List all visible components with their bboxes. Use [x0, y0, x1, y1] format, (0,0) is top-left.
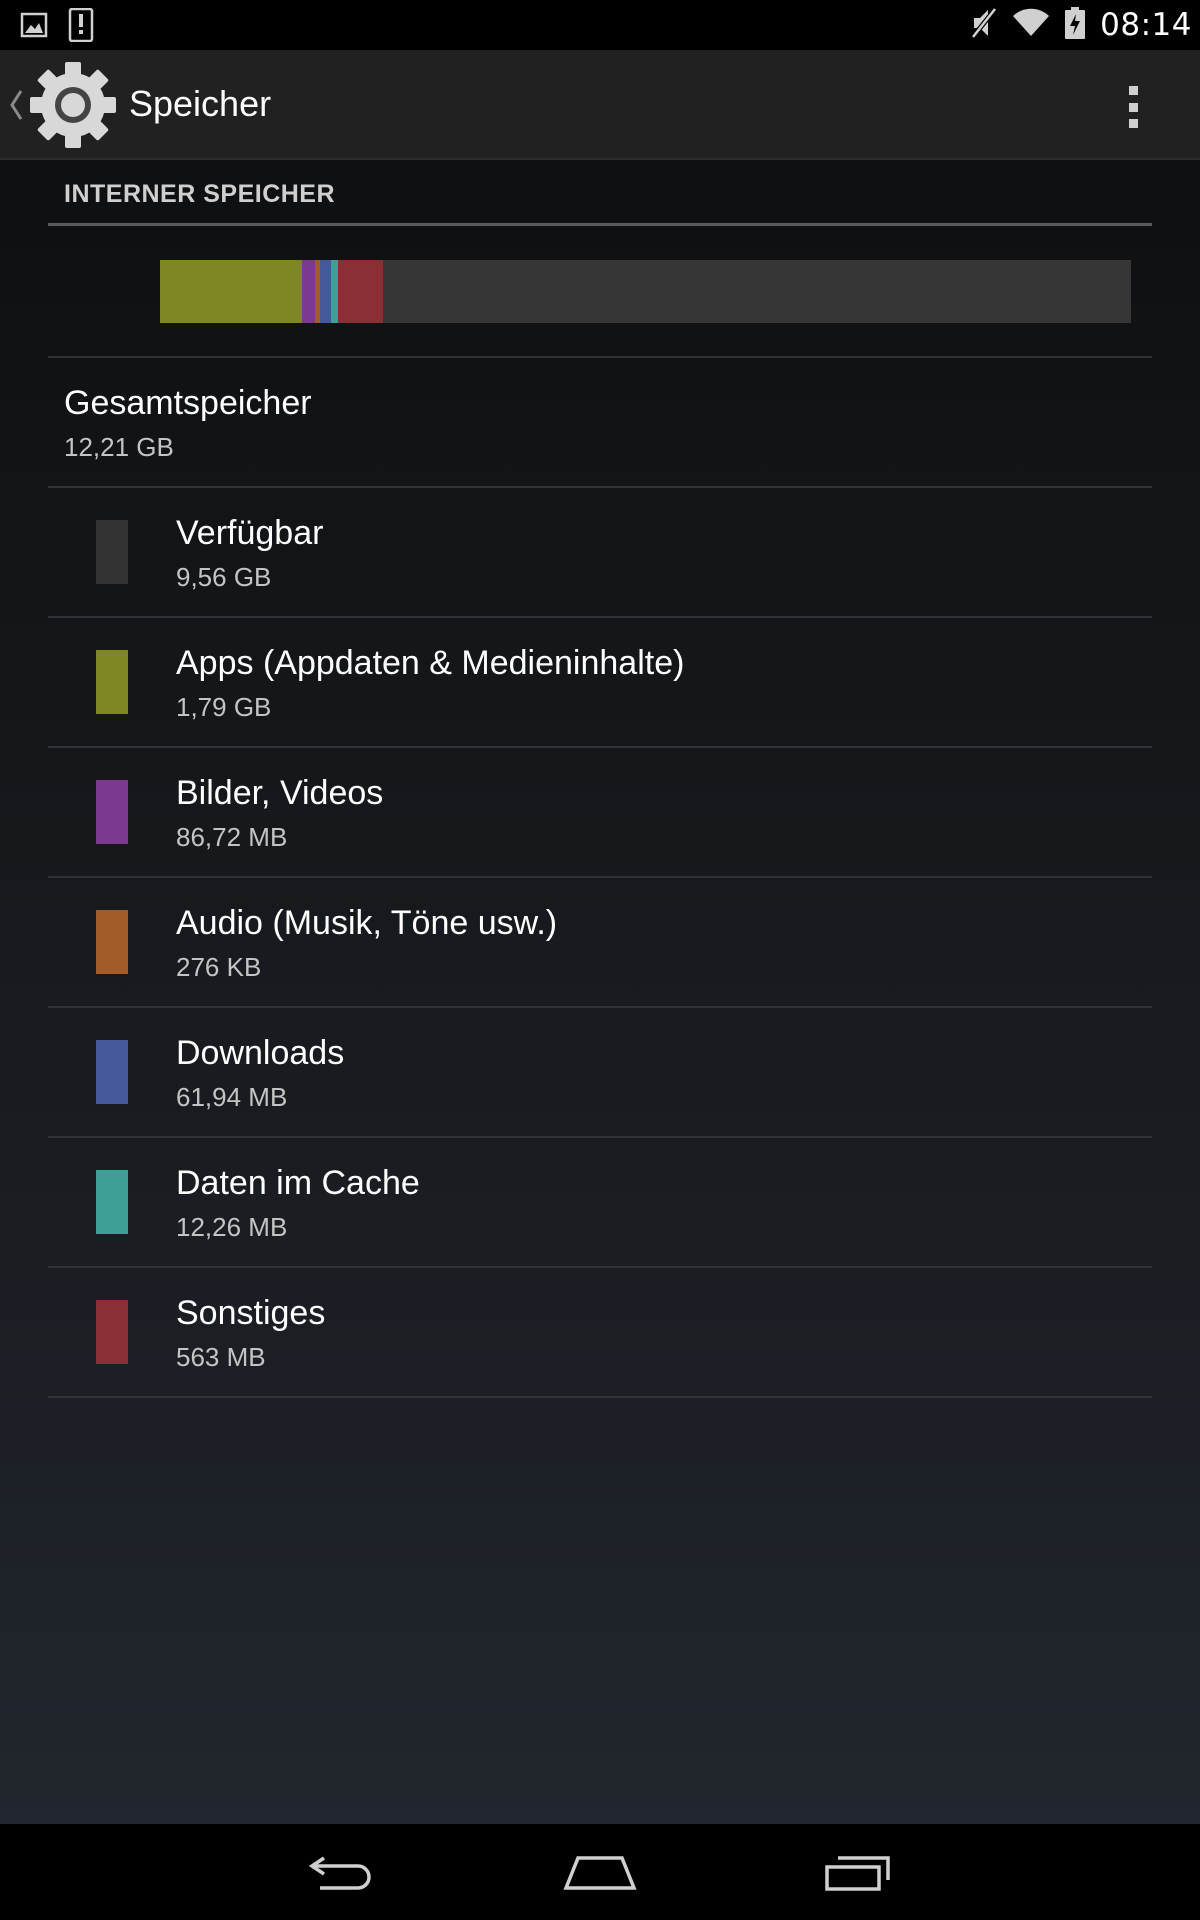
usage-segment-apps	[160, 260, 303, 323]
cache-color-swatch	[96, 1170, 128, 1234]
page-title: Speicher	[129, 83, 272, 124]
divider	[48, 1396, 1152, 1398]
category-value: 12,26 MB	[176, 1212, 288, 1242]
action-bar: Speicher	[0, 50, 1200, 160]
category-row-audio[interactable]: Audio (Musik, Töne usw.) 276 KB	[48, 878, 1152, 1006]
section-header-label: INTERNER SPEICHER	[64, 180, 336, 208]
overflow-dot	[1128, 102, 1138, 112]
navigation-bar	[0, 1824, 1200, 1920]
alert-notification-icon	[68, 7, 94, 47]
total-storage-row: Gesamtspeicher 12,21 GB	[48, 358, 1152, 486]
category-title: Sonstiges	[176, 1294, 326, 1332]
total-storage-title: Gesamtspeicher	[64, 384, 312, 422]
category-value: 1,79 GB	[176, 692, 272, 722]
back-icon[interactable]	[294, 1840, 390, 1904]
category-value: 9,56 GB	[176, 562, 272, 592]
usage-segment-cache	[330, 260, 339, 323]
category-title: Apps (Appdaten & Medieninhalte)	[176, 644, 685, 682]
back-caret-icon[interactable]	[8, 88, 24, 127]
category-title: Downloads	[176, 1034, 345, 1072]
category-value: 61,94 MB	[176, 1082, 288, 1112]
overflow-dot	[1128, 86, 1138, 95]
usage-segment-other	[338, 260, 383, 323]
notification-icons	[20, 7, 94, 47]
category-row-other[interactable]: Sonstiges 563 MB	[48, 1268, 1152, 1396]
status-bar: 08:14	[0, 0, 1200, 50]
usage-segment-pictures	[302, 260, 315, 323]
image-notification-icon	[20, 11, 48, 44]
section-header: INTERNER SPEICHER	[48, 160, 1152, 226]
category-value: 276 KB	[176, 952, 262, 982]
category-title: Audio (Musik, Töne usw.)	[176, 904, 558, 942]
category-title: Bilder, Videos	[176, 774, 384, 812]
overflow-dot	[1128, 119, 1138, 128]
apps-color-swatch	[96, 650, 128, 714]
pictures-color-swatch	[96, 780, 128, 844]
status-time: 08:14	[1100, 7, 1192, 43]
category-row-apps[interactable]: Apps (Appdaten & Medieninhalte) 1,79 GB	[48, 618, 1152, 746]
system-status: 08:14	[970, 0, 1192, 50]
recent-apps-icon[interactable]	[810, 1840, 906, 1904]
settings-gear-icon[interactable]	[28, 60, 118, 150]
category-title: Verfügbar	[176, 514, 324, 552]
available-color-swatch	[96, 520, 128, 584]
category-row-available[interactable]: Verfügbar 9,56 GB	[48, 488, 1152, 616]
other-color-swatch	[96, 1300, 128, 1364]
overflow-menu-icon[interactable]	[1108, 82, 1158, 132]
home-icon[interactable]	[552, 1840, 648, 1904]
category-title: Daten im Cache	[176, 1164, 420, 1202]
category-row-downloads[interactable]: Downloads 61,94 MB	[48, 1008, 1152, 1136]
category-row-cache[interactable]: Daten im Cache 12,26 MB	[48, 1138, 1152, 1266]
battery-icon	[1064, 6, 1086, 45]
category-value: 563 MB	[176, 1342, 266, 1372]
downloads-color-swatch	[96, 1040, 128, 1104]
category-row-pictures-videos[interactable]: Bilder, Videos 86,72 MB	[48, 748, 1152, 876]
category-value: 86,72 MB	[176, 822, 288, 852]
storage-usage-bar	[160, 260, 1131, 323]
usage-segment-downloads	[319, 260, 331, 323]
audio-color-swatch	[96, 910, 128, 974]
total-storage-value: 12,21 GB	[64, 432, 174, 462]
wifi-icon	[1012, 8, 1050, 43]
mute-icon	[970, 5, 999, 45]
